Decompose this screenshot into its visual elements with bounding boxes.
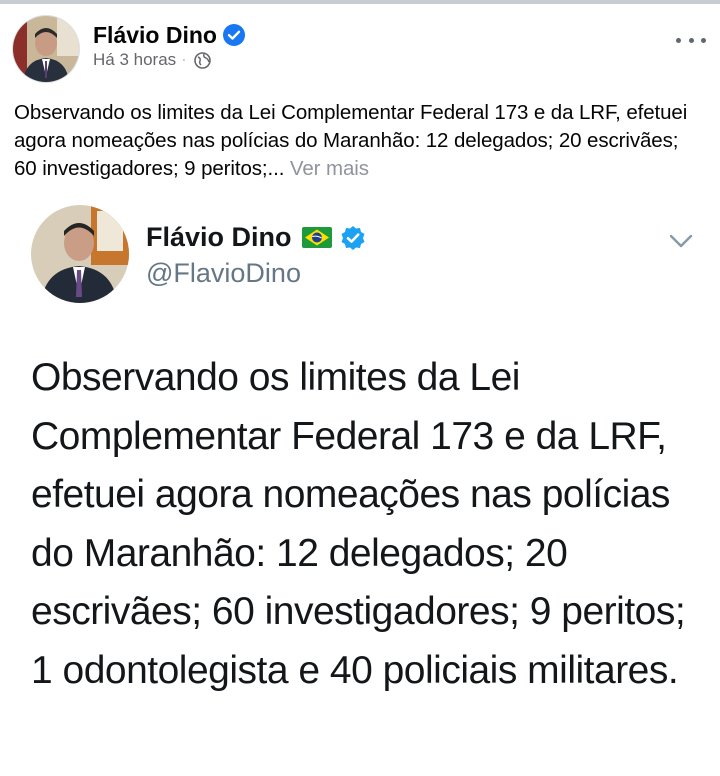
author-avatar[interactable] bbox=[13, 16, 79, 82]
tweet-verified-badge-icon bbox=[341, 225, 365, 250]
post-timestamp[interactable]: Há 3 horas bbox=[93, 50, 176, 70]
tweet-author-name-text: Flávio Dino bbox=[146, 222, 292, 252]
more-dot-3 bbox=[701, 37, 706, 43]
tweet-avatar bbox=[31, 205, 129, 303]
tweet-text: Observando os limites da Lei Complementa… bbox=[31, 356, 686, 692]
post-text: Observando os limites da Lei Complementa… bbox=[14, 99, 706, 183]
meta-separator: · bbox=[182, 54, 186, 66]
verified-badge-icon bbox=[222, 24, 245, 46]
chevron-down-icon bbox=[669, 234, 693, 248]
author-name[interactable]: Flávio Dino bbox=[93, 22, 245, 49]
see-more-link[interactable]: Ver mais bbox=[290, 157, 369, 180]
more-dot-2 bbox=[688, 37, 694, 43]
tweet-author-name: Flávio Dino bbox=[146, 222, 366, 253]
more-options-button[interactable] bbox=[676, 30, 706, 50]
tweet-handle: @FlavioDino bbox=[146, 258, 301, 288]
author-name-text[interactable]: Flávio Dino bbox=[93, 22, 217, 48]
globe-icon bbox=[194, 51, 211, 69]
top-divider bbox=[0, 0, 720, 4]
more-dot-1 bbox=[676, 37, 681, 43]
brazil-flag-icon bbox=[301, 227, 332, 248]
post-meta: Há 3 horas · bbox=[93, 50, 211, 70]
